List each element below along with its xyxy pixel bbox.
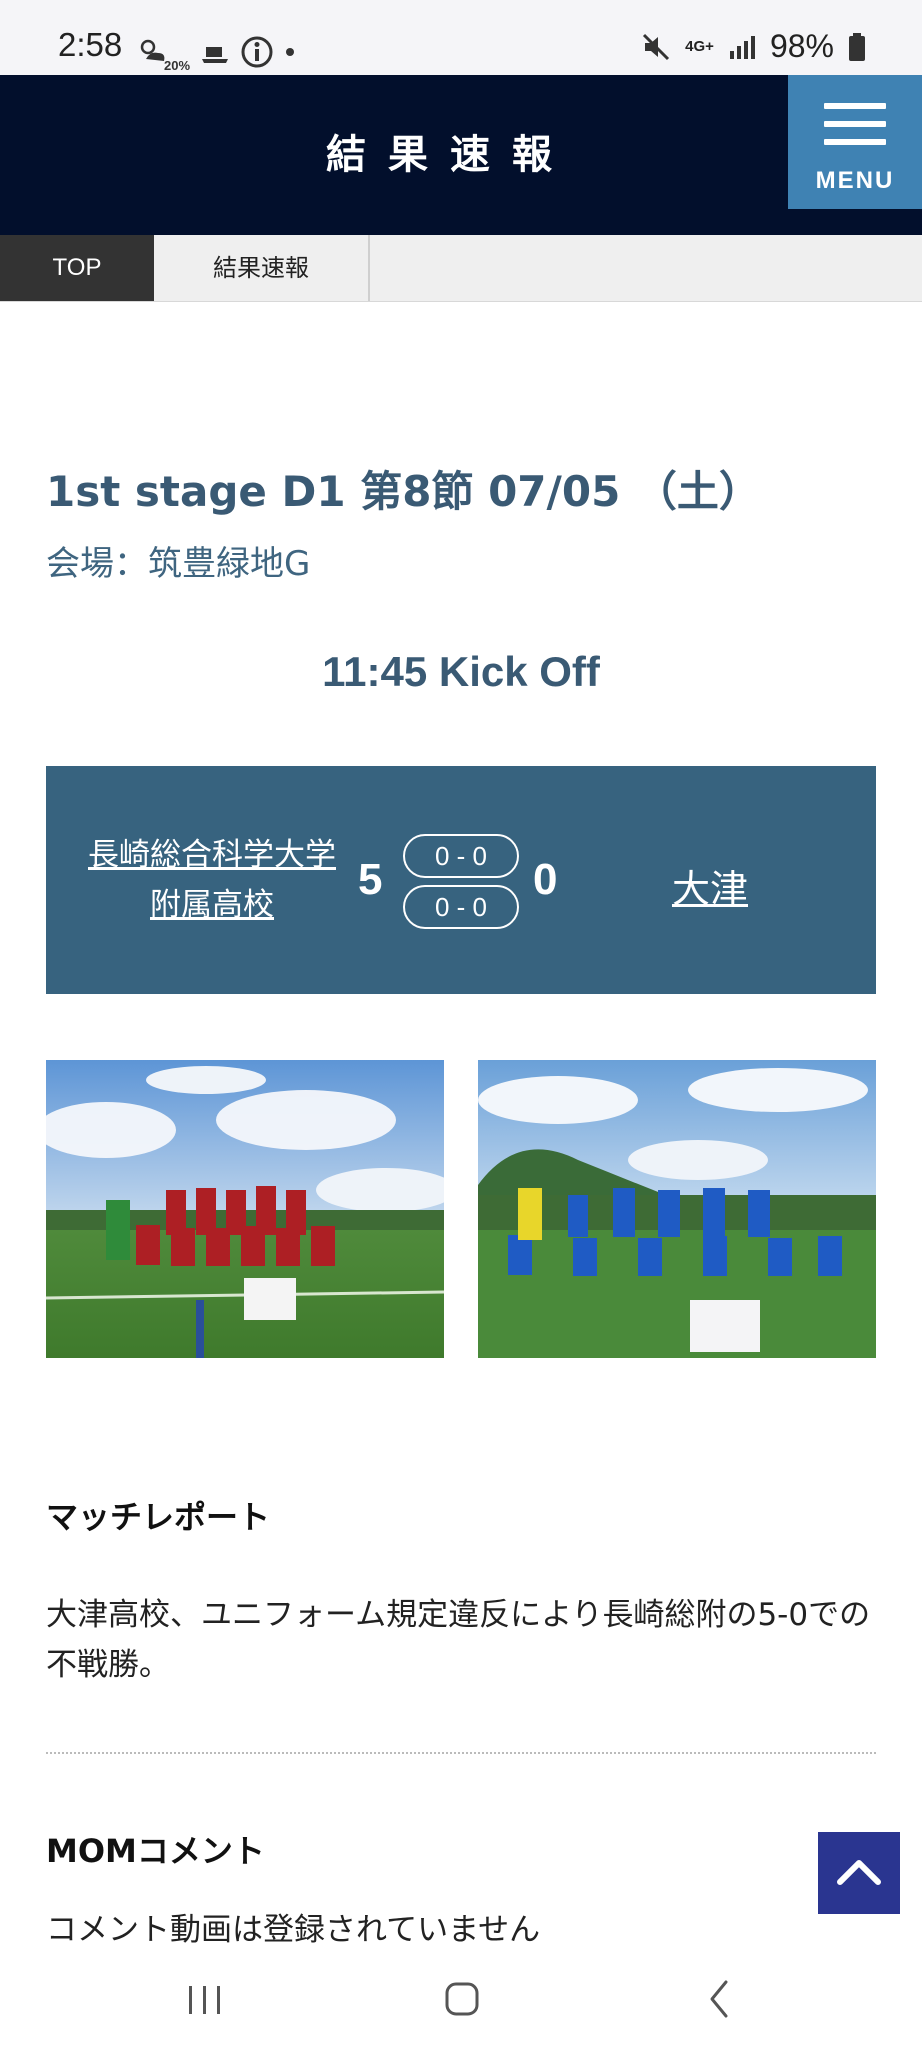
breadcrumb-current: 結果速報	[154, 235, 370, 301]
hat-icon	[202, 46, 229, 63]
weather-percent: 20%	[164, 58, 191, 73]
dot-icon	[286, 47, 295, 56]
home-button[interactable]	[422, 1968, 502, 2030]
match-venue: 会場：筑豊緑地G	[46, 544, 311, 584]
match-report-body: 大津高校、ユニフォーム規定違反により長崎総附の5-0での不戦勝。	[46, 1597, 871, 1683]
mom-comment-body: コメント動画は登録されていません	[46, 1912, 541, 1948]
chevron-up-icon	[837, 1860, 881, 1885]
mute-icon	[643, 33, 670, 60]
hamburger-icon	[824, 103, 886, 157]
home-team-link[interactable]: 長崎総合科学大学 附属高校	[76, 830, 348, 930]
scroll-to-top-button[interactable]	[818, 1832, 900, 1914]
status-notification-icons: 20%	[138, 30, 296, 73]
signal-icon	[729, 35, 755, 59]
status-time: 2:58	[58, 26, 123, 63]
battery-percent: 98%	[769, 28, 834, 64]
info-icon	[241, 36, 273, 67]
match-stage: 1st stage D1 第8節 07/05 （土）	[46, 467, 761, 516]
menu-label: MENU	[815, 167, 895, 194]
home-team-photo[interactable]	[46, 1060, 444, 1358]
away-team-link[interactable]: 大津	[620, 858, 800, 913]
battery-icon	[849, 32, 865, 61]
mom-comment-heading: MOMコメント	[46, 1832, 265, 1870]
kickoff-time: 11:45 Kick Off	[322, 648, 600, 695]
home-icon	[445, 1982, 479, 2016]
home-team-name-line2: 附属高校	[150, 887, 274, 923]
breadcrumb-top-link[interactable]: TOP	[0, 235, 154, 301]
recent-apps-button[interactable]	[165, 1968, 245, 2030]
first-half-score: 0 - 0	[403, 834, 519, 878]
match-report-heading: マッチレポート	[46, 1498, 271, 1536]
away-team-photo[interactable]	[478, 1060, 876, 1358]
back-icon	[710, 1980, 728, 2018]
network-type: 4G+	[685, 38, 714, 55]
back-button[interactable]	[680, 1968, 760, 2030]
away-score: 0	[533, 855, 558, 904]
home-team-name-line1: 長崎総合科学大学	[88, 837, 336, 873]
page-title: 結果速報	[326, 132, 574, 178]
section-divider	[46, 1752, 876, 1754]
menu-button[interactable]: MENU	[788, 75, 922, 209]
recent-apps-icon	[189, 1986, 220, 2014]
home-score: 5	[358, 855, 383, 904]
second-half-score: 0 - 0	[403, 885, 519, 929]
status-right: 4G+ 98%	[641, 28, 866, 65]
